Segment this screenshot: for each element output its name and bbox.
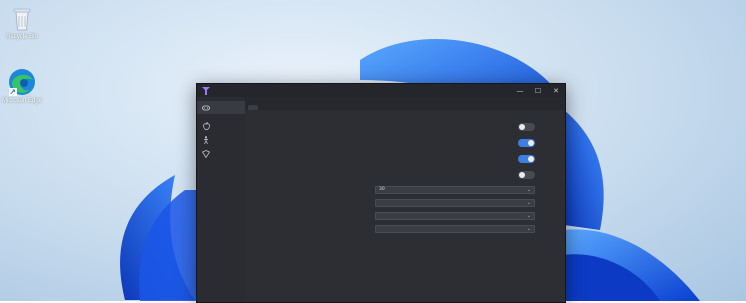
dropdown-value: 30 [379,187,385,192]
setting-row-select: ⌄ [265,196,535,209]
minimize-icon: — [516,86,524,95]
tab-secondary[interactable] [258,105,268,110]
sidebar [197,97,245,302]
toggle-switch-on[interactable] [518,155,535,163]
dropdown-select[interactable]: ⌄ [375,224,535,233]
settings-content: 30 ⌄ ⌄ ⌄ ⌄ [245,97,565,302]
setting-row-toggle [265,135,535,151]
toggle-switch-off[interactable] [518,123,535,131]
close-button[interactable]: ✕ [547,84,565,97]
setting-row-toggle [265,119,535,135]
desktop-icon-label: Recycle Bin [6,34,38,40]
dropdown-select[interactable]: 30 ⌄ [375,185,535,194]
shield-icon [202,149,210,158]
chevron-down-icon: ⌄ [526,199,531,206]
edge-icon [9,69,35,96]
sidebar-item-shield[interactable] [197,147,245,160]
sidebar-item-figure[interactable] [197,133,245,146]
app-window: — ☐ ✕ 30 ⌄ ⌄ ⌄ ⌄ [196,83,566,303]
title-bar[interactable]: — ☐ ✕ [197,84,565,97]
chevron-down-icon: ⌄ [526,212,531,219]
chevron-down-icon: ⌄ [526,225,531,232]
recycle-bin-icon [13,8,31,31]
setting-row-select: 30 ⌄ [265,183,535,196]
maximize-button[interactable]: ☐ [529,84,547,97]
sidebar-item-game[interactable] [197,101,245,114]
setting-row-toggle [265,167,535,183]
toggle-switch-off[interactable] [518,171,535,179]
maximize-icon: ☐ [534,86,542,95]
sidebar-item-apple[interactable] [197,119,245,132]
tab-bar [245,97,565,110]
gamepad-icon [202,104,210,112]
chevron-down-icon: ⌄ [526,186,531,193]
toggle-switch-on[interactable] [518,139,535,147]
desktop-icon-microsoft-edge[interactable]: Microsoft Edge [0,68,44,105]
dropdown-select[interactable]: ⌄ [375,211,535,220]
dropdown-select[interactable]: ⌄ [375,198,535,207]
desktop-icon-recycle-bin[interactable]: Recycle Bin [0,6,44,41]
apple-icon [202,121,210,130]
settings-list: 30 ⌄ ⌄ ⌄ ⌄ [265,119,535,235]
desktop-icon-label: Microsoft Edge [1,98,43,104]
setting-row-toggle [265,151,535,167]
setting-row-select: ⌄ [265,222,535,235]
tab-general[interactable] [248,105,258,110]
minimize-button[interactable]: — [511,84,529,97]
setting-row-select: ⌄ [265,209,535,222]
close-icon: ✕ [553,86,559,95]
figure-icon [202,135,210,144]
app-logo-icon [202,86,210,95]
